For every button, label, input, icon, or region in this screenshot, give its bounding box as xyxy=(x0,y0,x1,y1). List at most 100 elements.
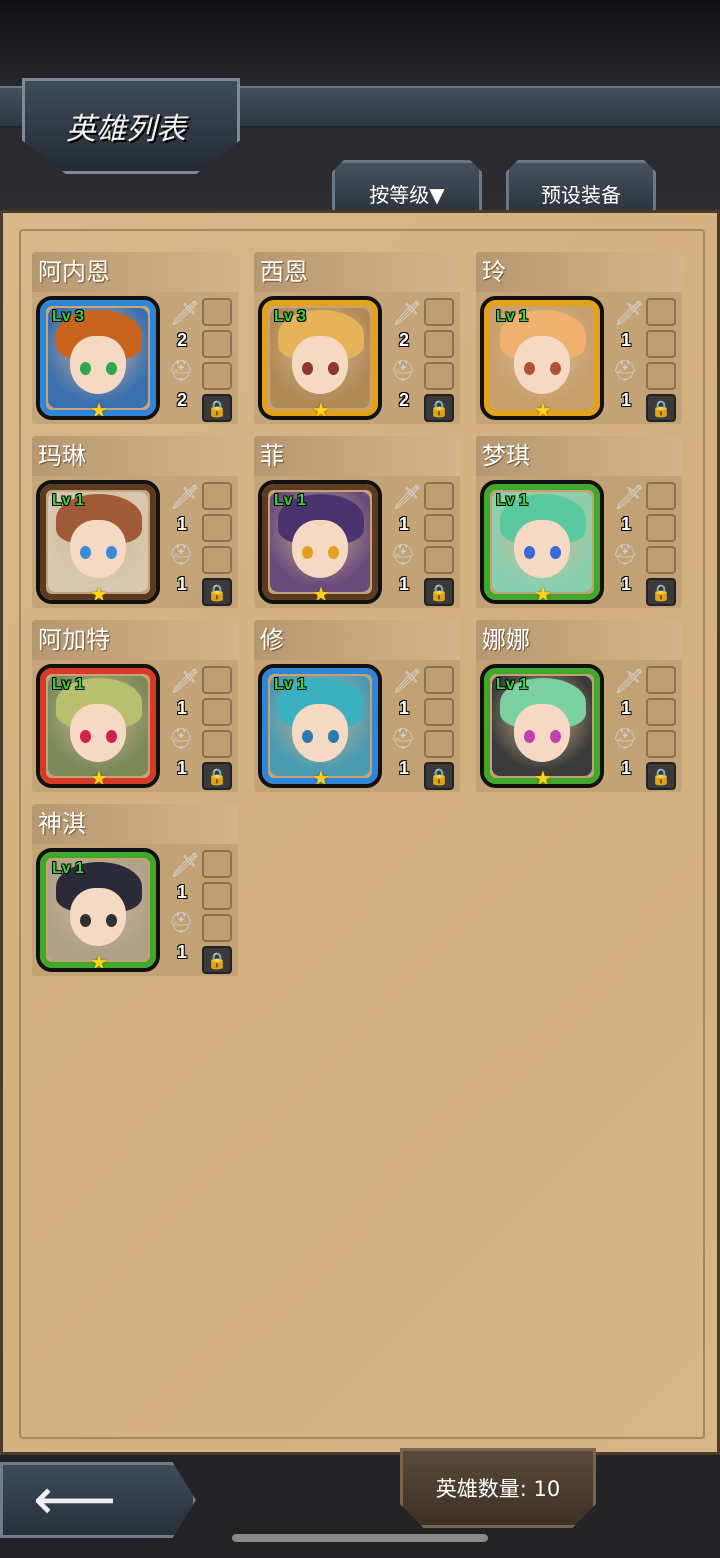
equipment-slot[interactable] xyxy=(202,698,232,726)
sword-icon: 🗡 xyxy=(170,483,201,511)
lock-icon[interactable]: 🔒 xyxy=(646,578,676,606)
equipment-slot[interactable] xyxy=(646,698,676,726)
equipment-slot[interactable] xyxy=(424,514,454,542)
hero-card[interactable]: 西恩 Lv 3 ★ 🗡 2 ⛑ 2 🔒 xyxy=(254,252,460,424)
hero-card[interactable]: 阿加特 Lv 1 ★ 🗡 1 ⛑ 1 🔒 xyxy=(32,620,238,792)
equipment-slot[interactable] xyxy=(424,482,454,510)
helmet-icon: ⛑ xyxy=(168,726,194,750)
arrow-left-icon: ⟵ xyxy=(33,1465,117,1533)
star-icon: ★ xyxy=(90,950,108,972)
equipment-slots: 🔒 xyxy=(202,850,232,978)
lock-icon[interactable]: 🔒 xyxy=(424,578,454,606)
hero-portrait[interactable]: Lv 1 ★ xyxy=(36,480,160,604)
hero-level: Lv 1 xyxy=(496,676,529,693)
sword-icon: 🗡 xyxy=(614,667,645,695)
hero-level: Lv 3 xyxy=(52,308,85,325)
lock-icon[interactable]: 🔒 xyxy=(646,394,676,422)
sword-icon: 🗡 xyxy=(170,299,201,327)
defense-value: 1 xyxy=(620,758,631,778)
hero-name: 玛琳 xyxy=(32,436,238,476)
lock-icon[interactable]: 🔒 xyxy=(202,762,232,790)
page-title: 英雄列表 xyxy=(66,112,186,147)
lock-icon[interactable]: 🔒 xyxy=(424,394,454,422)
hero-card[interactable]: 神淇 Lv 1 ★ 🗡 1 ⛑ 1 🔒 xyxy=(32,804,238,976)
helmet-icon: ⛑ xyxy=(612,726,638,750)
hero-portrait[interactable]: Lv 3 ★ xyxy=(36,296,160,420)
attack-value: 2 xyxy=(398,330,409,350)
defense-value: 1 xyxy=(398,758,409,778)
equipment-slot[interactable] xyxy=(424,330,454,358)
equipment-slot[interactable] xyxy=(424,698,454,726)
hero-name: 阿加特 xyxy=(32,620,238,660)
home-indicator[interactable] xyxy=(232,1534,488,1542)
equipment-slot[interactable] xyxy=(202,730,232,758)
hero-level: Lv 1 xyxy=(52,860,85,877)
equipment-slot[interactable] xyxy=(646,330,676,358)
hero-portrait[interactable]: Lv 1 ★ xyxy=(258,664,382,788)
hero-card[interactable]: 菲 Lv 1 ★ 🗡 1 ⛑ 1 🔒 xyxy=(254,436,460,608)
equipment-slot[interactable] xyxy=(424,546,454,574)
hero-stats: 🗡 1 ⛑ 1 xyxy=(164,482,201,606)
attack-value: 1 xyxy=(176,514,187,534)
sword-icon: 🗡 xyxy=(170,851,201,879)
back-button[interactable]: ⟵ xyxy=(0,1462,196,1538)
equipment-slot[interactable] xyxy=(202,546,232,574)
lock-icon[interactable]: 🔒 xyxy=(202,394,232,422)
hero-card-body: Lv 1 ★ 🗡 1 ⛑ 1 🔒 xyxy=(476,660,682,792)
hero-name: 娜娜 xyxy=(476,620,682,660)
hero-portrait[interactable]: Lv 1 ★ xyxy=(480,296,604,420)
tab-preset-equipment[interactable]: 预设装备 xyxy=(506,160,656,214)
hero-card[interactable]: 阿内恩 Lv 3 ★ 🗡 2 ⛑ 2 🔒 xyxy=(32,252,238,424)
equipment-slot[interactable] xyxy=(202,482,232,510)
equipment-slot[interactable] xyxy=(202,298,232,326)
equipment-slot[interactable] xyxy=(646,514,676,542)
equipment-slot[interactable] xyxy=(646,546,676,574)
hero-portrait[interactable]: Lv 1 ★ xyxy=(36,664,160,788)
equipment-slot[interactable] xyxy=(202,514,232,542)
equipment-slot[interactable] xyxy=(202,666,232,694)
hero-portrait[interactable]: Lv 1 ★ xyxy=(480,480,604,604)
helmet-icon: ⛑ xyxy=(612,358,638,382)
hero-stats: 🗡 1 ⛑ 1 xyxy=(608,482,645,606)
sword-icon: 🗡 xyxy=(170,667,201,695)
hero-card[interactable]: 修 Lv 1 ★ 🗡 1 ⛑ 1 🔒 xyxy=(254,620,460,792)
hero-card[interactable]: 梦琪 Lv 1 ★ 🗡 1 ⛑ 1 🔒 xyxy=(476,436,682,608)
equipment-slot[interactable] xyxy=(424,362,454,390)
hero-card[interactable]: 玛琳 Lv 1 ★ 🗡 1 ⛑ 1 🔒 xyxy=(32,436,238,608)
hero-name: 阿内恩 xyxy=(32,252,238,292)
hero-card[interactable]: 娜娜 Lv 1 ★ 🗡 1 ⛑ 1 🔒 xyxy=(476,620,682,792)
equipment-slot[interactable] xyxy=(202,850,232,878)
defense-value: 1 xyxy=(176,574,187,594)
lock-icon[interactable]: 🔒 xyxy=(202,946,232,974)
equipment-slot[interactable] xyxy=(646,298,676,326)
equipment-slot[interactable] xyxy=(202,914,232,942)
hero-stats: 🗡 1 ⛑ 1 xyxy=(164,850,201,974)
sword-icon: 🗡 xyxy=(614,483,645,511)
lock-icon[interactable]: 🔒 xyxy=(646,762,676,790)
equipment-slot[interactable] xyxy=(646,730,676,758)
equipment-slot[interactable] xyxy=(646,482,676,510)
hero-portrait[interactable]: Lv 1 ★ xyxy=(480,664,604,788)
hero-card-body: Lv 1 ★ 🗡 1 ⛑ 1 🔒 xyxy=(476,476,682,608)
lock-icon[interactable]: 🔒 xyxy=(424,762,454,790)
equipment-slot[interactable] xyxy=(646,666,676,694)
hero-level: Lv 1 xyxy=(274,676,307,693)
equipment-slot[interactable] xyxy=(424,298,454,326)
equipment-slot[interactable] xyxy=(202,362,232,390)
attack-value: 1 xyxy=(620,698,631,718)
attack-value: 1 xyxy=(398,698,409,718)
equipment-slot[interactable] xyxy=(202,882,232,910)
equipment-slot[interactable] xyxy=(646,362,676,390)
hero-card[interactable]: 玲 Lv 1 ★ 🗡 1 ⛑ 1 🔒 xyxy=(476,252,682,424)
hero-portrait[interactable]: Lv 1 ★ xyxy=(36,848,160,972)
attack-value: 1 xyxy=(620,514,631,534)
equipment-slot[interactable] xyxy=(424,666,454,694)
equipment-slot[interactable] xyxy=(424,730,454,758)
tab-sort-by-level[interactable]: 按等级▼ xyxy=(332,160,482,214)
equipment-slots: 🔒 xyxy=(202,482,232,610)
hero-level: Lv 1 xyxy=(52,676,85,693)
equipment-slot[interactable] xyxy=(202,330,232,358)
hero-portrait[interactable]: Lv 1 ★ xyxy=(258,480,382,604)
lock-icon[interactable]: 🔒 xyxy=(202,578,232,606)
hero-portrait[interactable]: Lv 3 ★ xyxy=(258,296,382,420)
